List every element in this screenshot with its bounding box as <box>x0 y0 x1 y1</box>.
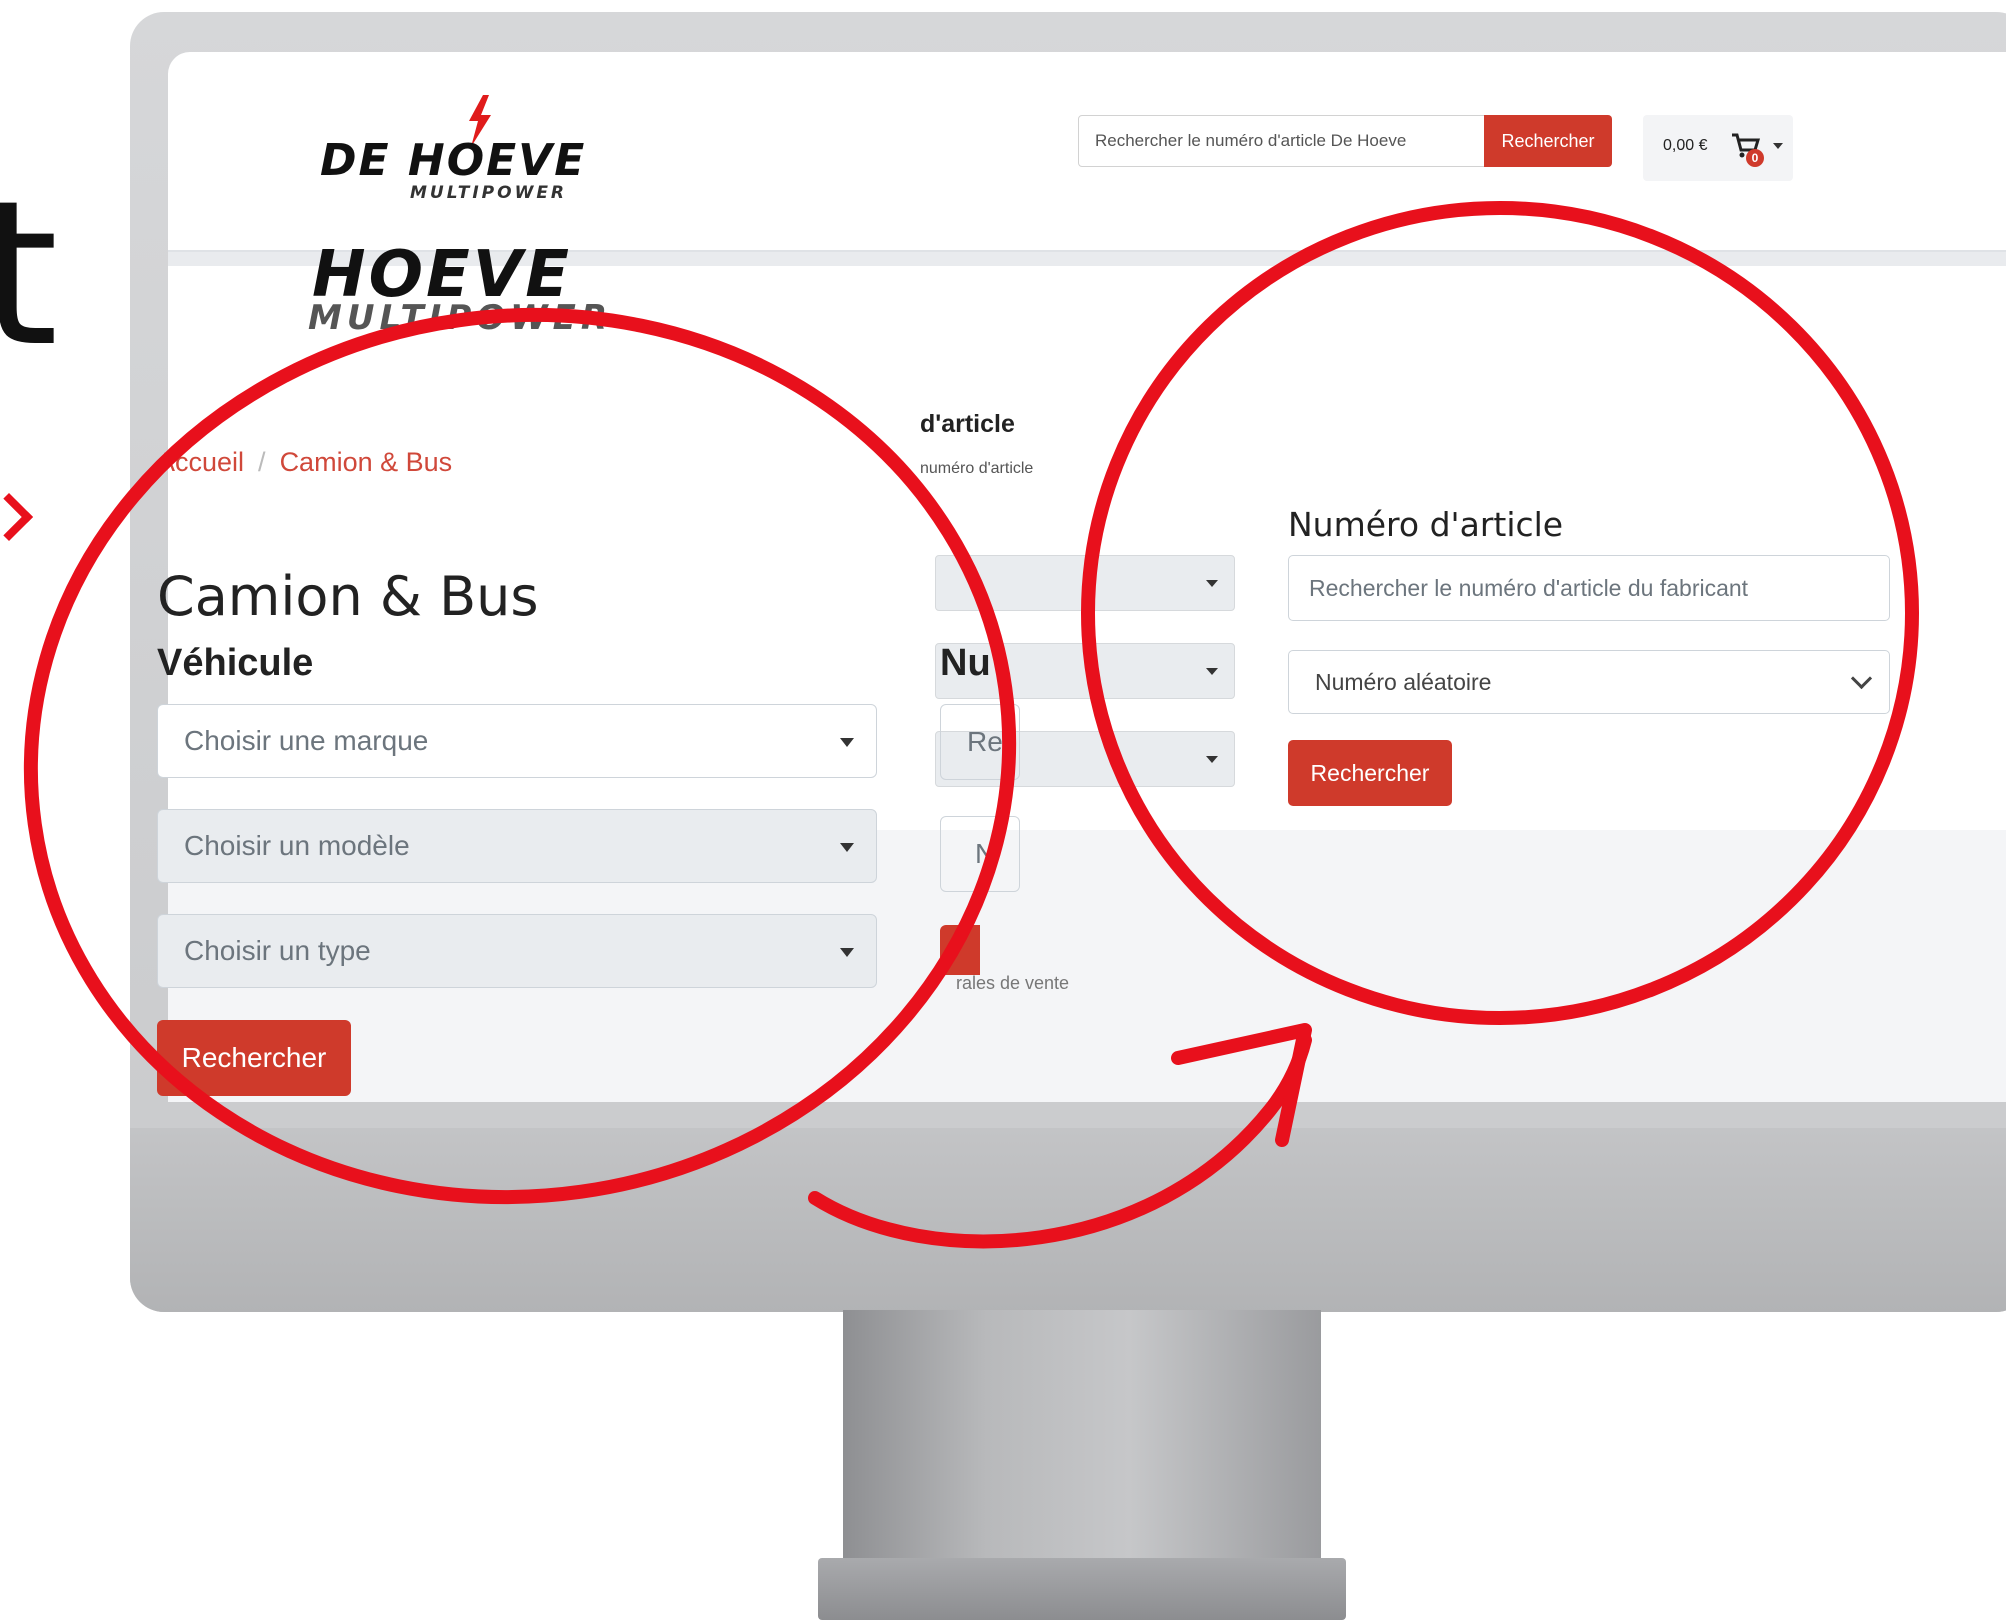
partial-article-input[interactable]: Re <box>940 704 1020 780</box>
breadcrumb-separator: / <box>258 447 266 477</box>
caret-down-icon <box>840 843 854 852</box>
cart-count-badge: 0 <box>1746 149 1764 167</box>
zoom-logo-sub: MULTIPOWER <box>308 298 613 338</box>
caret-down-icon <box>840 738 854 747</box>
chevron-down-icon <box>1773 143 1783 149</box>
brand-select[interactable]: Choisir une marque <box>157 704 877 778</box>
caret-down-icon <box>1206 668 1218 675</box>
manufacturer-article-input[interactable]: Rechercher le numéro d'article du fabric… <box>1288 555 1890 621</box>
type-select-value: Choisir un type <box>184 935 371 966</box>
monitor-stand-foot <box>818 1558 1346 1620</box>
article-search-button[interactable]: Rechercher <box>1288 740 1452 806</box>
breadcrumb-home-link[interactable]: Accueil <box>157 447 244 477</box>
type-select[interactable]: Choisir un type <box>157 914 877 988</box>
monitor-stand-neck <box>843 1310 1321 1565</box>
model-select[interactable]: Choisir un modèle <box>157 809 877 883</box>
brand-select-value: Choisir une marque <box>184 725 429 756</box>
logo-main-text: DE HOEVE <box>320 135 587 186</box>
chevron-down-icon <box>1850 667 1873 690</box>
model-select-value: Choisir un modèle <box>184 830 410 861</box>
header-search-button[interactable]: Rechercher <box>1484 115 1612 167</box>
cart-dropdown[interactable]: 0,00 € 0 <box>1643 115 1793 181</box>
bg-article-field: numéro d'article <box>920 460 1034 477</box>
caret-down-icon <box>1206 756 1218 763</box>
bg-footer-link: rales de vente <box>956 973 1070 993</box>
breadcrumb: Accueil / Camion & Bus <box>157 447 452 478</box>
number-type-value: Numéro aléatoire <box>1315 669 1492 695</box>
partial-article-select[interactable]: N <box>940 816 1020 892</box>
cart-total: 0,00 € <box>1663 137 1708 154</box>
vehicle-heading: Véhicule <box>157 642 314 684</box>
page-letter: t <box>0 158 59 391</box>
article-number-heading: Numéro d'article <box>1288 505 1564 544</box>
page-title: Camion & Bus <box>157 565 539 628</box>
monitor-chin <box>130 1128 2006 1312</box>
bg-article-heading: d'article <box>920 410 1015 438</box>
breadcrumb-current-link[interactable]: Camion & Bus <box>280 447 453 477</box>
caret-down-icon <box>1206 580 1218 587</box>
red-arrow-fragment <box>0 492 34 542</box>
header-search-input[interactable]: Rechercher le numéro d'article De Hoeve <box>1078 115 1485 167</box>
partial-article-heading: Nu <box>940 642 991 684</box>
number-type-select[interactable]: Numéro aléatoire <box>1288 650 1890 714</box>
bg-select-1 <box>935 555 1235 611</box>
site-logo[interactable]: DE HOEVE MULTIPOWER <box>320 95 650 205</box>
partial-search-button[interactable] <box>940 925 980 975</box>
logo-sub-text: MULTIPOWER <box>410 183 568 203</box>
vehicle-search-button[interactable]: Rechercher <box>157 1020 351 1096</box>
caret-down-icon <box>840 948 854 957</box>
